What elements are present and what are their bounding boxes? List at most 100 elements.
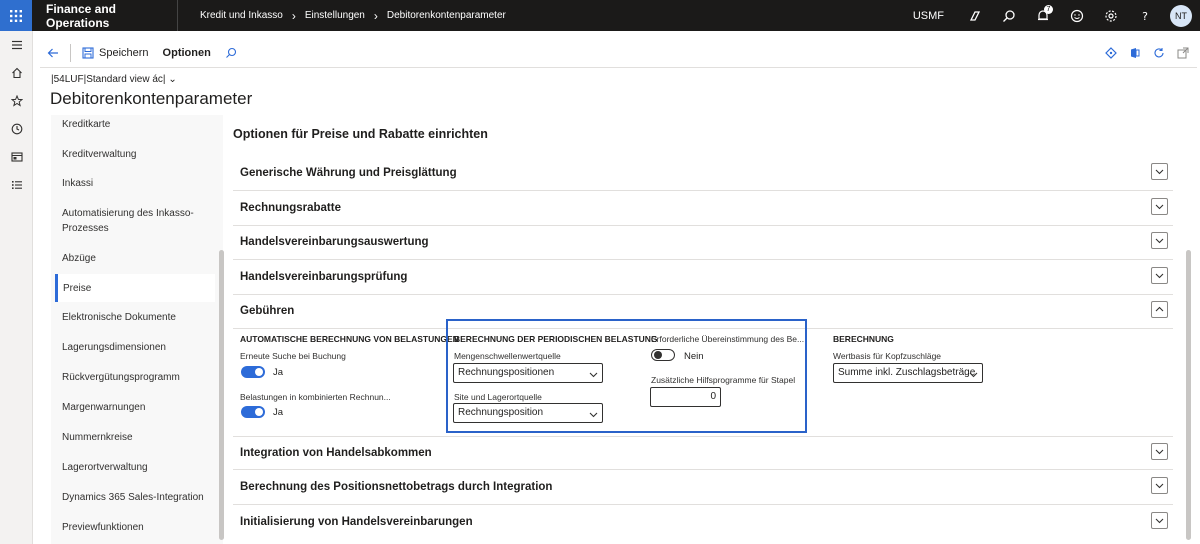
fasttab-label: Integration von Handelsabkommen — [240, 447, 432, 459]
options-tab[interactable]: Optionen — [156, 38, 218, 68]
refresh-icon[interactable] — [1153, 47, 1165, 59]
open-new-window-icon[interactable] — [1177, 47, 1189, 59]
research-label: Erneute Suche bei Buchung — [240, 351, 346, 361]
fasttab-label: Gebühren — [240, 305, 295, 317]
nav-item-elektronische-dokumente[interactable]: Elektronische Dokumente — [55, 310, 215, 325]
chevron-down-icon: ⌄ — [168, 74, 177, 85]
office-icon[interactable] — [1129, 47, 1141, 59]
header-charges-basis-select[interactable]: Summe inkl. Zuschlagsbeträge — [833, 363, 983, 383]
nav-item-sales-integration[interactable]: Dynamics 365 Sales-Integration — [55, 490, 215, 505]
research-toggle[interactable] — [241, 366, 265, 378]
view-name: |54LUF|Standard view ác| — [51, 74, 166, 85]
fasttab-nettobetrag[interactable]: Berechnung des Positionsnettobetrags dur… — [233, 471, 1173, 505]
search-icon — [225, 47, 236, 58]
nav-item-preise[interactable]: Preise — [55, 274, 215, 302]
nav-item-nummernkreise[interactable]: Nummernkreise — [55, 430, 215, 445]
save-button-label: Speichern — [99, 46, 149, 59]
app-title[interactable]: Finance and Operations — [32, 0, 178, 31]
chevron-down-icon[interactable] — [1151, 267, 1168, 284]
main-scrollbar[interactable] — [1186, 250, 1191, 540]
search-actions-button[interactable] — [218, 38, 244, 68]
nav-item-kreditverwaltung[interactable]: Kreditverwaltung — [55, 147, 215, 162]
nav-item-margenwarnungen[interactable]: Margenwarnungen — [55, 400, 215, 415]
home-icon[interactable] — [0, 59, 33, 87]
nav-scrollbar[interactable] — [219, 250, 224, 540]
chevron-down-icon — [589, 412, 598, 418]
chevron-down-icon[interactable] — [1151, 232, 1168, 249]
calculation-group-heading: BERECHNUNG — [833, 334, 894, 344]
fasttab-label: Handelsvereinbarungsprüfung — [240, 271, 408, 283]
header-charges-basis-value: Summe inkl. Zuschlagsbeträge — [838, 367, 976, 378]
chevron-right-icon: › — [291, 8, 296, 23]
top-bar-actions: USMF 7 ? NT — [913, 0, 1200, 31]
combined-invoice-value: Ja — [273, 407, 284, 418]
required-match-toggle[interactable] — [651, 349, 675, 361]
batch-helpers-input[interactable]: 0 — [650, 387, 721, 407]
site-warehouse-source-select[interactable]: Rechnungsposition — [453, 403, 603, 423]
chevron-down-icon — [589, 372, 598, 378]
fasttab-label: Handelsvereinbarungsauswertung — [240, 236, 429, 248]
back-button[interactable] — [40, 38, 66, 68]
nav-item-previewfunktionen[interactable]: Previewfunktionen — [55, 520, 215, 535]
workspace-icon[interactable] — [0, 143, 33, 171]
fasttab-label: Generische Währung und Preisglättung — [240, 167, 457, 179]
chevron-down-icon[interactable] — [1151, 163, 1168, 180]
required-match-value: Nein — [684, 351, 704, 362]
dynamics-icon[interactable] — [958, 0, 992, 31]
top-bar: Finance and Operations Kredit und Inkass… — [0, 0, 1200, 31]
fasttab-auswertung[interactable]: Handelsvereinbarungsauswertung — [233, 226, 1173, 260]
company-picker[interactable]: USMF — [913, 10, 944, 22]
qty-threshold-source-label: Mengenschwellenwertquelle — [454, 351, 561, 361]
qty-threshold-source-select[interactable]: Rechnungspositionen — [453, 363, 603, 383]
breadcrumb-item-page[interactable]: Debitorenkontenparameter — [387, 10, 506, 21]
clock-icon[interactable] — [0, 115, 33, 143]
fasttab-waehrung[interactable]: Generische Währung und Preisglättung — [233, 157, 1173, 191]
fasttab-label: Initialisierung von Handelsvereinbarunge… — [240, 516, 473, 528]
fasttab-initialisierung[interactable]: Initialisierung von Handelsvereinbarunge… — [233, 506, 1173, 540]
nav-item-kreditkarte[interactable]: Kreditkarte — [55, 117, 215, 132]
star-icon[interactable] — [0, 87, 33, 115]
diamond-icon[interactable] — [1105, 47, 1117, 59]
periodic-charges-group-heading: BERECHNUNG DER PERIODISCHEN BELASTUNG — [454, 334, 658, 344]
combined-invoice-label: Belastungen in kombinierten Rechnun... — [240, 392, 391, 402]
fasttab-pruefung[interactable]: Handelsvereinbarungsprüfung — [233, 261, 1173, 295]
modules-list-icon[interactable] — [0, 171, 33, 199]
gear-icon[interactable] — [1094, 0, 1128, 31]
notifications-button[interactable]: 7 — [1026, 0, 1060, 31]
breadcrumb-item-module[interactable]: Kredit und Inkasso — [200, 10, 283, 21]
smiley-icon[interactable] — [1060, 0, 1094, 31]
help-icon[interactable]: ? — [1128, 0, 1162, 31]
chevron-up-icon[interactable] — [1151, 301, 1168, 318]
auto-charges-group-heading: AUTOMATISCHE BERECHNUNG VON BELASTUNGEN — [240, 334, 459, 344]
required-match-label: Erforderliche Übereinstimmung des Be... — [651, 334, 805, 344]
page-title: Debitorenkontenparameter — [50, 89, 253, 108]
chevron-down-icon[interactable] — [1151, 512, 1168, 529]
combined-invoice-toggle[interactable] — [241, 406, 265, 418]
nav-item-abzuege[interactable]: Abzüge — [55, 251, 215, 266]
hamburger-icon[interactable] — [0, 31, 33, 59]
header-charges-basis-label: Wertbasis für Kopfzuschläge — [833, 351, 942, 361]
site-warehouse-source-value: Rechnungsposition — [458, 407, 544, 418]
fasttab-label: Berechnung des Positionsnettobetrags dur… — [240, 481, 553, 493]
breadcrumb-item-setup[interactable]: Einstellungen — [305, 10, 365, 21]
chevron-down-icon[interactable] — [1151, 198, 1168, 215]
app-launcher-button[interactable] — [0, 0, 32, 31]
fasttab-integration[interactable]: Integration von Handelsabkommen — [233, 436, 1173, 470]
fasttab-label: Rechnungsrabatte — [240, 202, 341, 214]
qty-threshold-source-value: Rechnungspositionen — [458, 367, 555, 378]
chevron-down-icon[interactable] — [1151, 443, 1168, 460]
save-button[interactable]: Speichern — [75, 38, 156, 68]
view-selector[interactable]: |54LUF|Standard view ác| ⌄ — [51, 74, 177, 85]
search-icon[interactable] — [992, 0, 1026, 31]
chevron-down-icon[interactable] — [1151, 477, 1168, 494]
nav-item-rueckverguetungsprogramm[interactable]: Rückvergütungsprogramm — [55, 370, 215, 385]
nav-item-inkassi[interactable]: Inkassi — [55, 176, 215, 191]
nav-item-lagerungsdimensionen[interactable]: Lagerungsdimensionen — [55, 340, 215, 355]
section-title: Optionen für Preise und Rabatte einricht… — [233, 127, 488, 141]
notification-count: 7 — [1044, 5, 1053, 14]
avatar[interactable]: NT — [1170, 4, 1192, 27]
nav-item-lagerortverwaltung[interactable]: Lagerortverwaltung — [55, 460, 215, 475]
fasttab-rechnungsrabatte[interactable]: Rechnungsrabatte — [233, 192, 1173, 226]
nav-item-inkasso-automatisierung[interactable]: Automatisierung des Inkasso-Prozesses — [55, 206, 195, 236]
nav-rail — [0, 31, 33, 544]
